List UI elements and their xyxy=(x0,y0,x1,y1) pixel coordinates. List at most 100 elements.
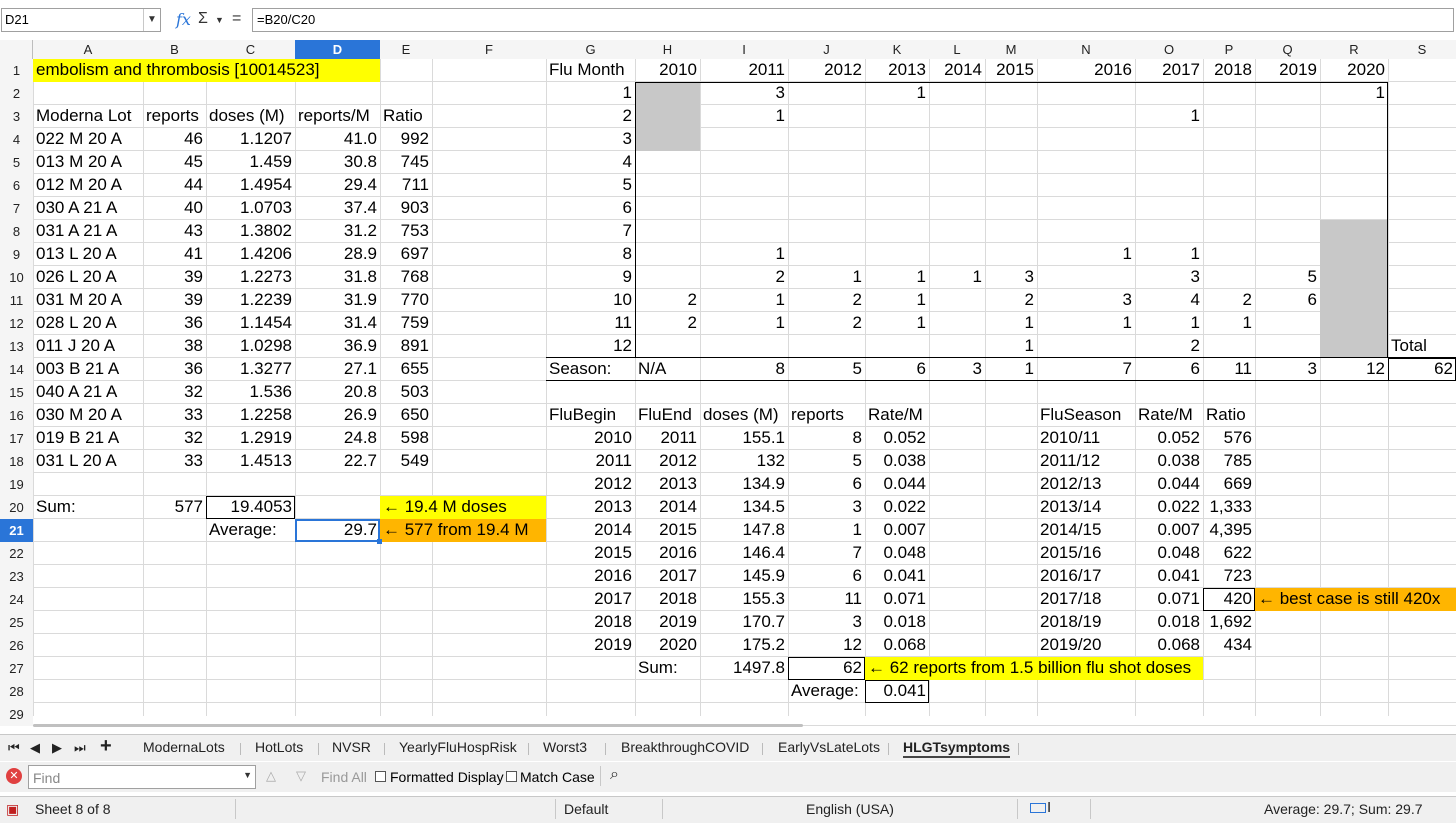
cell-h21[interactable]: 2015 xyxy=(635,519,700,542)
cell-k21[interactable]: 0.007 xyxy=(865,519,929,542)
find-replace-icon[interactable]: ⌕ xyxy=(610,766,619,784)
row-header[interactable]: 26 xyxy=(0,634,33,657)
cell-n19[interactable]: 2012/13 xyxy=(1037,473,1135,496)
cell-c13[interactable]: 1.0298 xyxy=(206,335,295,358)
cell-a12[interactable]: 028 L 20 A xyxy=(33,312,143,335)
column-header[interactable]: I xyxy=(700,40,788,59)
cell-e10[interactable]: 768 xyxy=(380,266,432,289)
cell-j19[interactable]: 6 xyxy=(788,473,865,496)
cell-h27[interactable]: Sum: xyxy=(635,657,700,680)
row-header[interactable]: 20 xyxy=(0,496,33,519)
cell-a13[interactable]: 011 J 20 A xyxy=(33,335,143,358)
cell-k14[interactable]: 6 xyxy=(865,358,929,381)
row-header[interactable]: 18 xyxy=(0,450,33,473)
cell-a3[interactable]: Moderna Lot xyxy=(33,105,143,128)
cell-a11[interactable]: 031 M 20 A xyxy=(33,289,143,312)
cell-o14[interactable]: 6 xyxy=(1135,358,1203,381)
row-header[interactable]: 6 xyxy=(0,174,33,197)
cell-i26[interactable]: 175.2 xyxy=(700,634,788,657)
cell-b16[interactable]: 33 xyxy=(143,404,206,427)
cell-o17[interactable]: 0.052 xyxy=(1135,427,1203,450)
cell-k25[interactable]: 0.018 xyxy=(865,611,929,634)
cell-g16[interactable]: FluBegin xyxy=(546,404,635,427)
cell-k24[interactable]: 0.071 xyxy=(865,588,929,611)
cell-j28[interactable]: Average: xyxy=(788,680,865,703)
cell-i17[interactable]: 155.1 xyxy=(700,427,788,450)
cell-p14[interactable]: 11 xyxy=(1203,358,1255,381)
cell-o20[interactable]: 0.022 xyxy=(1135,496,1203,519)
column-header[interactable]: D xyxy=(295,40,380,59)
cell-i24[interactable]: 155.3 xyxy=(700,588,788,611)
cell-j21[interactable]: 1 xyxy=(788,519,865,542)
cell-k1[interactable]: 2013 xyxy=(865,59,929,82)
cell-n17[interactable]: 2010/11 xyxy=(1037,427,1135,450)
cell-i22[interactable]: 146.4 xyxy=(700,542,788,565)
cell-c7[interactable]: 1.0703 xyxy=(206,197,295,220)
cell-b13[interactable]: 38 xyxy=(143,335,206,358)
column-header[interactable]: E xyxy=(380,40,432,59)
cell-g11[interactable]: 10 xyxy=(546,289,635,312)
find-next-icon[interactable]: ▽ xyxy=(296,768,306,784)
cell-i27[interactable]: 1497.8 xyxy=(700,657,788,680)
cell-d15[interactable]: 20.8 xyxy=(295,381,380,404)
cell-c10[interactable]: 1.2273 xyxy=(206,266,295,289)
save-status-icon[interactable]: ▣ xyxy=(6,801,19,818)
cell-n22[interactable]: 2015/16 xyxy=(1037,542,1135,565)
row-header[interactable]: 13 xyxy=(0,335,33,358)
cell-a10[interactable]: 026 L 20 A xyxy=(33,266,143,289)
cell-k26[interactable]: 0.068 xyxy=(865,634,929,657)
cell-g21[interactable]: 2014 xyxy=(546,519,635,542)
horizontal-scrollbar[interactable] xyxy=(33,724,803,727)
cell-n18[interactable]: 2011/12 xyxy=(1037,450,1135,473)
cell-g1[interactable]: Flu Month xyxy=(546,59,635,82)
cell-g5[interactable]: 4 xyxy=(546,151,635,174)
cell-c8[interactable]: 1.3802 xyxy=(206,220,295,243)
cell-a14[interactable]: 003 B 21 A xyxy=(33,358,143,381)
formatted-display-checkbox[interactable] xyxy=(375,771,386,782)
sheet-tab[interactable]: NVSR xyxy=(332,739,371,755)
chevron-down-icon[interactable]: ▼ xyxy=(215,15,224,25)
cell-r1[interactable]: 2020 xyxy=(1320,59,1388,82)
language[interactable]: English (USA) xyxy=(806,801,894,817)
cell-p1[interactable]: 2018 xyxy=(1203,59,1255,82)
cell-b14[interactable]: 36 xyxy=(143,358,206,381)
cell-n24[interactable]: 2017/18 xyxy=(1037,588,1135,611)
cell-h22[interactable]: 2016 xyxy=(635,542,700,565)
cell-o22[interactable]: 0.048 xyxy=(1135,542,1203,565)
column-header[interactable]: N xyxy=(1037,40,1135,59)
sum-icon[interactable]: Σ xyxy=(198,10,208,28)
cell-k20[interactable]: 0.022 xyxy=(865,496,929,519)
cell-p17[interactable]: 576 xyxy=(1203,427,1255,450)
row-header[interactable]: 14 xyxy=(0,358,33,381)
cell-e3[interactable]: Ratio xyxy=(380,105,432,128)
cell-j1[interactable]: 2012 xyxy=(788,59,865,82)
cell-e9[interactable]: 697 xyxy=(380,243,432,266)
cell-g12[interactable]: 11 xyxy=(546,312,635,335)
cell-a7[interactable]: 030 A 21 A xyxy=(33,197,143,220)
cell-j24[interactable]: 11 xyxy=(788,588,865,611)
cell-g9[interactable]: 8 xyxy=(546,243,635,266)
cell-q14[interactable]: 3 xyxy=(1255,358,1320,381)
cell-p26[interactable]: 434 xyxy=(1203,634,1255,657)
column-header[interactable]: K xyxy=(865,40,929,59)
cell-e7[interactable]: 903 xyxy=(380,197,432,220)
cell-k23[interactable]: 0.041 xyxy=(865,565,929,588)
row-header[interactable]: 5 xyxy=(0,151,33,174)
cell-n14[interactable]: 7 xyxy=(1037,358,1135,381)
row-header[interactable]: 24 xyxy=(0,588,33,611)
cell-d12[interactable]: 31.4 xyxy=(295,312,380,335)
cell-a8[interactable]: 031 A 21 A xyxy=(33,220,143,243)
cell-j20[interactable]: 3 xyxy=(788,496,865,519)
cell-d11[interactable]: 31.9 xyxy=(295,289,380,312)
find-previous-icon[interactable]: △ xyxy=(266,768,276,784)
row-header[interactable]: 15 xyxy=(0,381,33,404)
cell-o16[interactable]: Rate/M xyxy=(1135,404,1203,427)
column-header[interactable]: B xyxy=(143,40,206,59)
cell-j25[interactable]: 3 xyxy=(788,611,865,634)
cell-a16[interactable]: 030 M 20 A xyxy=(33,404,143,427)
column-header[interactable]: L xyxy=(929,40,985,59)
cell-b17[interactable]: 32 xyxy=(143,427,206,450)
cell-b6[interactable]: 44 xyxy=(143,174,206,197)
column-header[interactable]: A xyxy=(33,40,143,59)
cell-o25[interactable]: 0.018 xyxy=(1135,611,1203,634)
